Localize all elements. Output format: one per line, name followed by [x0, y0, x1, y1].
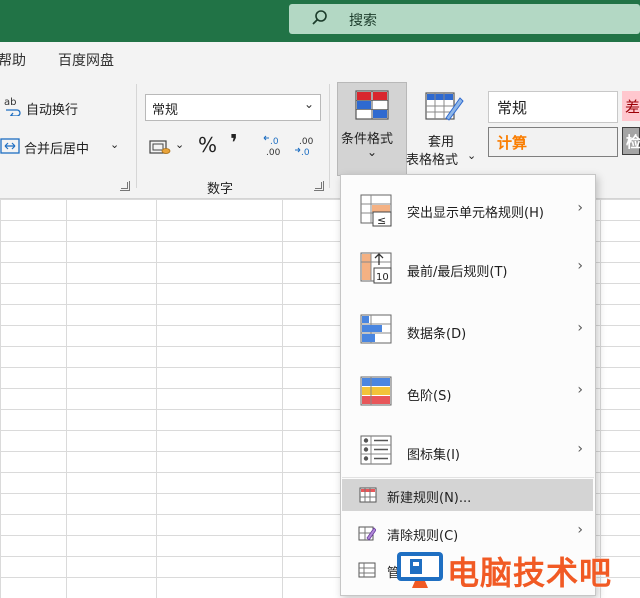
conditional-formatting-menu: ≤ 突出显示单元格规则(H) › 10 最前/最后规则(T) › 数据条(D) … [340, 174, 596, 596]
search-placeholder: 搜索 [349, 13, 377, 29]
cell-style-bad-label: 差 [625, 98, 640, 116]
menu-item-new-rule[interactable]: 新建规则(N)... [342, 479, 593, 511]
computer-monitor-logo-icon [397, 552, 443, 588]
submenu-arrow-icon: › [577, 522, 583, 538]
color-scales-icon [360, 376, 392, 406]
cell-style-calculation[interactable]: 计算 [488, 127, 618, 157]
search-box[interactable]: 搜索 [289, 4, 640, 34]
submenu-arrow-icon: › [577, 441, 583, 457]
column-gridline [156, 199, 157, 598]
svg-text:.00: .00 [266, 148, 281, 158]
data-bars-icon [360, 314, 392, 344]
menu-bar: 帮助 百度网盘 [0, 42, 640, 74]
submenu-arrow-icon: › [577, 200, 583, 216]
number-group-label: 数字 [207, 182, 234, 197]
cell-style-check[interactable]: 检 [622, 127, 640, 155]
wrap-text-button[interactable]: 自动换行 [26, 99, 78, 118]
search-icon [312, 10, 327, 25]
format-as-table-icon [425, 92, 464, 121]
icon-sets-icon [360, 435, 392, 465]
conditional-formatting-button[interactable]: 条件格式 ⌄ [337, 82, 407, 176]
submenu-arrow-icon: › [577, 320, 583, 336]
data-bars-label: 数据条(D) [407, 327, 467, 342]
menu-separator [342, 477, 594, 478]
icon-sets-label: 图标集(I) [407, 448, 460, 463]
format-as-table-label-1[interactable]: 套用 [428, 131, 454, 150]
menu-item-highlight-cells-rules[interactable]: ≤ 突出显示单元格规则(H) › [341, 189, 595, 233]
watermark: 电脑技术吧 [393, 545, 640, 595]
menu-item-top-bottom-rules[interactable]: 10 最前/最后规则(T) › [341, 247, 595, 291]
conditional-formatting-icon [355, 90, 389, 120]
group-separator [329, 84, 330, 188]
svg-text:.0: .0 [301, 148, 310, 158]
manage-rules-icon [358, 562, 376, 578]
submenu-arrow-icon: › [577, 382, 583, 398]
accounting-format-icon[interactable] [149, 137, 171, 157]
highlight-cells-rules-label: 突出显示单元格规则(H) [407, 206, 544, 221]
top-bottom-rules-icon: 10 [360, 252, 392, 284]
menu-item-data-bars[interactable]: 数据条(D) › [341, 309, 595, 353]
percent-style-button[interactable]: % [198, 133, 217, 157]
column-gridline [282, 199, 283, 598]
watermark-text: 电脑技术吧 [447, 554, 613, 592]
highlight-cells-rules-icon: ≤ [360, 194, 392, 227]
chevron-down-icon[interactable]: ⌄ [467, 149, 476, 162]
merge-center-chevron-icon[interactable]: ⌄ [110, 138, 119, 151]
top-bottom-rules-label: 最前/最后规则(T) [407, 265, 508, 280]
svg-text:.0: .0 [270, 137, 279, 147]
wrap-text-icon: ab [4, 97, 21, 116]
submenu-arrow-icon: › [577, 258, 583, 274]
cell-style-calculation-label: 计算 [497, 134, 528, 152]
tab-baidu-netdisk[interactable]: 百度网盘 [58, 50, 114, 70]
svg-text:.00: .00 [299, 137, 314, 147]
decrease-decimal-icon[interactable]: .00 .0 [293, 134, 317, 158]
svg-text:10: 10 [376, 272, 389, 283]
cell-style-check-label: 检 [626, 133, 640, 151]
new-rule-label: 新建规则(N)... [387, 491, 472, 506]
menu-item-color-scales[interactable]: 色阶(S) › [341, 371, 595, 415]
column-gridline [600, 199, 601, 598]
comma-style-button[interactable]: ❜ [230, 131, 238, 156]
merge-center-button[interactable]: 合并后居中 [24, 138, 89, 157]
format-as-table-label-2[interactable]: 表格格式 [406, 149, 458, 168]
number-launcher-icon[interactable] [314, 181, 324, 191]
chevron-down-icon: ⌄ [303, 97, 314, 111]
menu-item-icon-sets[interactable]: 图标集(I) › [341, 430, 595, 474]
cell-style-normal-label: 常规 [497, 99, 528, 117]
number-format-value: 常规 [152, 103, 179, 118]
chevron-down-icon: ⌄ [367, 145, 378, 159]
column-gridline [66, 199, 67, 598]
group-separator [136, 84, 137, 188]
clear-rules-label: 清除规则(C) [387, 529, 459, 544]
color-scales-label: 色阶(S) [407, 389, 452, 404]
number-format-select[interactable]: 常规 ⌄ [145, 94, 321, 121]
alignment-launcher-icon[interactable] [120, 181, 130, 191]
tab-help[interactable]: 帮助 [0, 50, 26, 70]
increase-decimal-icon[interactable]: .0 .00 [262, 134, 286, 158]
merge-center-icon [0, 138, 20, 154]
new-rule-icon [359, 487, 377, 503]
accounting-chevron-icon[interactable]: ⌄ [175, 138, 184, 151]
svg-text:≤: ≤ [377, 214, 386, 227]
clear-rules-icon [358, 526, 376, 541]
cell-style-bad[interactable]: 差 [622, 91, 640, 121]
svg-text:ab: ab [4, 97, 16, 108]
cell-style-normal[interactable]: 常规 [488, 91, 618, 123]
